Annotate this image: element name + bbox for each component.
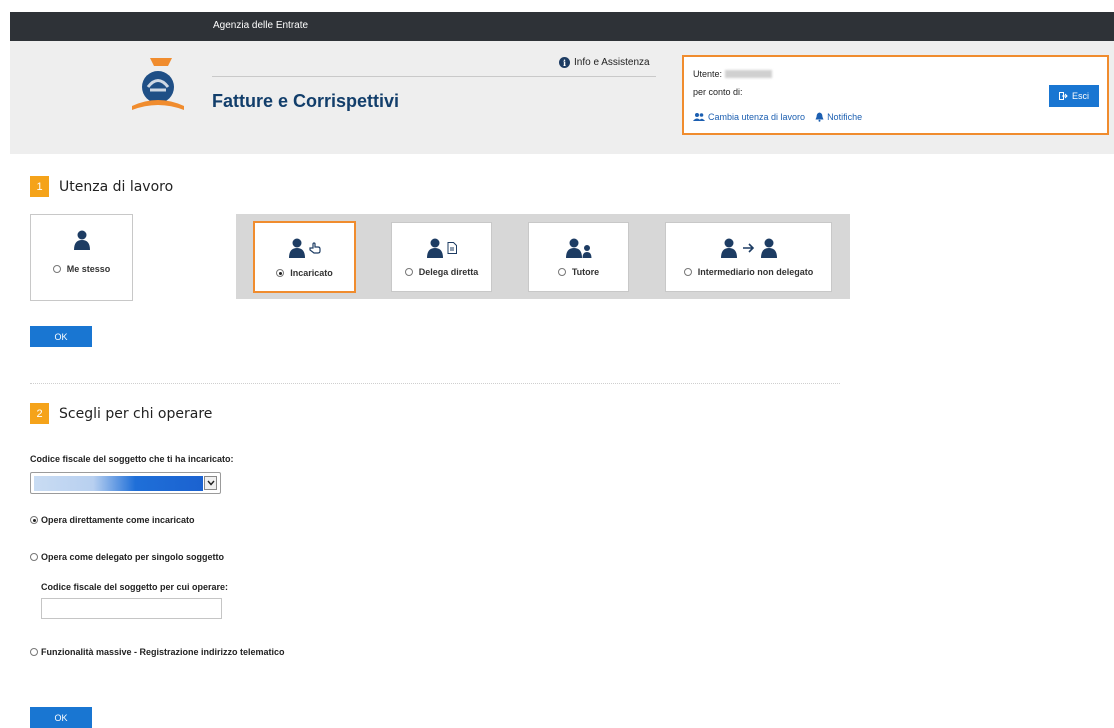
option-tutore[interactable]: Tutore (528, 222, 629, 292)
option-incaricato[interactable]: Incaricato (253, 221, 356, 293)
chevron-down-icon (204, 476, 217, 490)
info-assistenza-link[interactable]: i Info e Assistenza (559, 57, 650, 68)
step-1-ok-button[interactable]: OK (30, 326, 92, 347)
user-icon (73, 230, 90, 250)
per-conto-label: per conto di: (693, 87, 743, 97)
option-me-stesso[interactable]: Me stesso (30, 214, 133, 301)
section-divider (30, 383, 840, 384)
select-value-redacted (34, 476, 203, 491)
opera-delegato-option[interactable]: Opera come delegato per singolo soggetto (30, 552, 224, 562)
codice-operare-label: Codice fiscale del soggetto per cui oper… (41, 582, 229, 592)
step-2-ok-button[interactable]: OK (30, 707, 92, 728)
incaricato-radio[interactable] (276, 269, 285, 277)
me-stesso-label: Me stesso (66, 264, 111, 274)
user-pair-icon (565, 238, 591, 258)
arrow-right-icon (742, 243, 754, 253)
user-actions: Cambia utenza di lavoro Notifiche (693, 112, 862, 122)
document-icon (447, 242, 457, 254)
step-2-badge: 2 (30, 403, 49, 424)
step-2-title: Scegli per chi operare (59, 405, 213, 422)
app-title: Fatture e Corrispettivi (212, 91, 400, 111)
opera-delegato-radio[interactable] (30, 553, 38, 561)
funzionalita-massive-label: Funzionalità massive - Registrazione ind… (41, 647, 285, 657)
top-bar: Agenzia delle Entrate (10, 12, 1114, 41)
opera-direttamente-radio[interactable] (30, 516, 38, 524)
info-icon: i (559, 57, 570, 68)
delega-diretta-label: Delega diretta (418, 267, 479, 277)
cambia-utenza-link[interactable]: Cambia utenza di lavoro (693, 112, 805, 122)
user-icon (760, 238, 777, 258)
codice-incaricato-select[interactable] (30, 472, 221, 494)
intermediario-radio[interactable] (683, 268, 692, 276)
user-box: Utente: per conto di: Cambia utenza di l… (682, 55, 1109, 135)
agency-title: Agenzia delle Entrate (213, 20, 309, 31)
codice-incaricato-label: Codice fiscale del soggetto che ti ha in… (30, 454, 234, 464)
hand-pointer-icon (308, 242, 321, 254)
page: Agenzia delle Entrate i Info e Assistenz… (10, 12, 1114, 728)
esci-button[interactable]: Esci (1049, 85, 1099, 107)
logout-icon (1058, 92, 1068, 100)
utente-value-redacted (725, 70, 773, 78)
users-icon (693, 113, 705, 121)
opera-delegato-label: Opera come delegato per singolo soggetto (41, 552, 225, 562)
incaricato-label: Incaricato (290, 268, 333, 278)
utente-label: Utente: (693, 69, 723, 79)
opera-direttamente-label: Opera direttamente come incaricato (41, 515, 195, 525)
tutore-label: Tutore (571, 267, 600, 277)
me-stesso-radio[interactable] (52, 265, 61, 273)
option-intermediario[interactable]: Intermediario non delegato (665, 222, 832, 292)
header: i Info e Assistenza Fatture e Corrispett… (10, 41, 1114, 154)
step-2-header: 2 Scegli per chi operare (30, 403, 212, 424)
bell-icon (815, 112, 824, 122)
notifiche-link[interactable]: Notifiche (815, 112, 862, 122)
user-icon (720, 238, 737, 258)
step-1-header: 1 Utenza di lavoro (30, 176, 173, 197)
opera-direttamente-option[interactable]: Opera direttamente come incaricato (30, 515, 195, 525)
tutore-radio[interactable] (557, 268, 566, 276)
option-delega-diretta[interactable]: Delega diretta (391, 222, 492, 292)
info-link-label: Info e Assistenza (574, 57, 650, 68)
step-1-badge: 1 (30, 176, 49, 197)
funzionalita-massive-radio[interactable] (30, 648, 38, 656)
cambia-utenza-label: Cambia utenza di lavoro (708, 112, 806, 122)
utente-line: Utente: (693, 69, 773, 79)
codice-operare-input[interactable] (41, 598, 222, 619)
esci-label: Esci (1071, 91, 1089, 101)
user-icon (288, 238, 305, 258)
notifiche-label: Notifiche (827, 112, 863, 122)
user-icon (426, 238, 443, 258)
step-1-title: Utenza di lavoro (59, 178, 174, 195)
delega-diretta-radio[interactable] (404, 268, 413, 276)
funzionalita-massive-option[interactable]: Funzionalità massive - Registrazione ind… (30, 647, 285, 657)
title-divider (212, 76, 656, 77)
agenzia-logo (128, 54, 188, 116)
intermediario-label: Intermediario non delegato (697, 267, 814, 277)
